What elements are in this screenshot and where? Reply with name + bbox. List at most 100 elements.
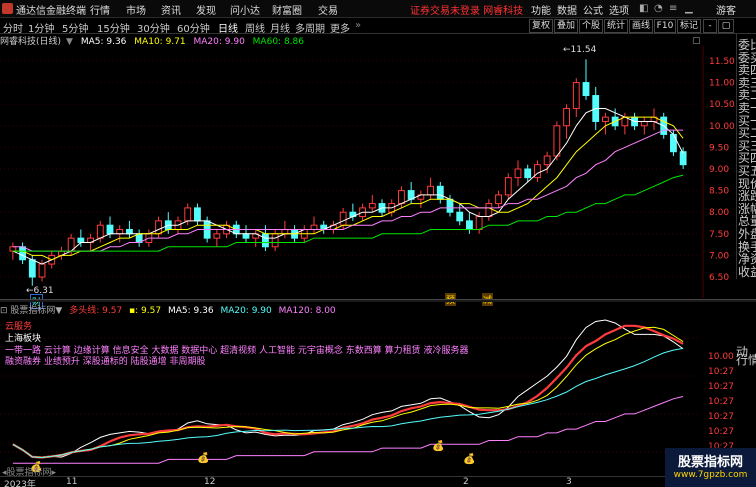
candle[interactable]: [58, 246, 65, 260]
btn-minus[interactable]: -: [703, 19, 717, 33]
price-tick-label: 10.50: [709, 100, 735, 110]
btn-f10[interactable]: F10: [654, 19, 676, 33]
candle[interactable]: [436, 181, 444, 204]
tab-weekly[interactable]: 周线: [245, 20, 265, 35]
expand-icon[interactable]: ▢: [692, 36, 701, 46]
menu-hangqing[interactable]: 行情: [90, 2, 110, 17]
month-11: 11: [66, 477, 78, 487]
more-arrow-icon[interactable]: »: [355, 20, 361, 31]
guest-label[interactable]: 游客: [716, 2, 736, 17]
btn-gegu[interactable]: 个股: [579, 19, 603, 33]
right-label-hangqing: 行情: [736, 353, 756, 367]
candle[interactable]: [456, 203, 464, 226]
minimize-icon[interactable]: ▁: [685, 3, 693, 14]
tab-15min[interactable]: 15分钟: [97, 20, 130, 35]
watermark: 股票指标网 www.7gpzb.com: [665, 448, 756, 487]
tab-5min[interactable]: 5分钟: [62, 20, 88, 35]
candle[interactable]: [534, 160, 541, 182]
candle[interactable]: [330, 220, 337, 234]
menu-gongshi[interactable]: 公式: [583, 2, 603, 17]
indicator-tick-label: 10:27: [708, 367, 734, 377]
menu-faxian[interactable]: 发现: [196, 2, 216, 17]
candle[interactable]: [495, 190, 502, 208]
tab-30min[interactable]: 30分钟: [137, 20, 170, 35]
app-title: 通达信金融终端: [16, 6, 86, 17]
tab-1min[interactable]: 1分钟: [28, 20, 54, 35]
menu-caifuquan[interactable]: 财富圈: [272, 2, 302, 17]
candle[interactable]: [417, 190, 425, 208]
candle[interactable]: [572, 78, 580, 118]
indicator-tick-label: 10:27: [708, 412, 734, 422]
candle[interactable]: [427, 177, 434, 200]
candle[interactable]: [582, 59, 590, 100]
candle[interactable]: [485, 199, 493, 221]
btn-window[interactable]: ▢: [718, 19, 734, 33]
menu-zixun[interactable]: 资讯: [161, 2, 181, 17]
menu-shichang[interactable]: 市场: [126, 2, 146, 17]
menu-xuanxiang[interactable]: 选项: [609, 2, 629, 17]
candle[interactable]: [563, 104, 570, 139]
tab-60min[interactable]: 60分钟: [177, 20, 210, 35]
candle[interactable]: [135, 229, 143, 247]
tab-daily[interactable]: 日线: [218, 20, 238, 35]
lock-icon[interactable]: ◔: [654, 3, 663, 14]
indicator-tick-label: 10.00: [708, 352, 734, 362]
panel-divider[interactable]: [0, 299, 756, 302]
candle[interactable]: [368, 194, 376, 213]
menu-gongneng[interactable]: 功能: [531, 2, 551, 17]
settings-icon[interactable]: ≡: [669, 3, 677, 14]
candle[interactable]: [679, 147, 687, 169]
candle[interactable]: [252, 229, 260, 247]
tab-monthly[interactable]: 月线: [270, 20, 290, 35]
price-tick-label: 11.00: [709, 79, 735, 89]
stock-tags: 融资融券 业绩预升 深股通标的 陆股通增 非周期股: [5, 357, 206, 367]
indicator-line-ma120: [12, 396, 684, 464]
quote-sidebar: 委比委买卖四卖三卖二卖一买一买二买三买四买五现价涨跌涨幅总量外盘换手净资收益: [736, 34, 756, 279]
menu-shuju[interactable]: 数据: [557, 2, 577, 17]
candle[interactable]: [504, 173, 512, 200]
indicator-tick-label: 10:27: [708, 382, 734, 392]
tab-multi[interactable]: 多周期: [295, 20, 325, 35]
btn-diejia[interactable]: 叠加: [554, 19, 578, 33]
tab-more[interactable]: 更多: [330, 20, 350, 35]
candle[interactable]: [349, 203, 357, 221]
candle[interactable]: [524, 164, 532, 182]
moneybag-icon[interactable]: 💰: [197, 453, 209, 464]
btn-biaoji[interactable]: 标记: [677, 19, 701, 33]
menu-wenxiaoda[interactable]: 问小达: [230, 2, 260, 17]
btn-huaxian[interactable]: 画线: [629, 19, 653, 33]
login-status[interactable]: 证券交易未登录 网睿科技: [410, 2, 523, 17]
candle[interactable]: [155, 216, 162, 239]
moneybag-icon[interactable]: 💰: [463, 454, 475, 465]
period-toolbar: 分时 1分钟 5分钟 15分钟 30分钟 60分钟 日线 周线 月线 多周期 更…: [0, 18, 756, 35]
candle[interactable]: [19, 242, 26, 265]
candle[interactable]: [320, 220, 328, 234]
candle[interactable]: [466, 212, 473, 234]
candle[interactable]: [650, 108, 658, 131]
price-tick-label: 9.50: [709, 143, 729, 153]
candle[interactable]: [640, 117, 648, 135]
time-axis: 2023年 11 12 2 3: [0, 476, 756, 487]
candle[interactable]: [602, 112, 609, 135]
btn-tongji[interactable]: 统计: [604, 19, 628, 33]
candle[interactable]: [553, 121, 561, 161]
year-label: 2023年: [4, 480, 36, 487]
menu-jiaoyi[interactable]: 交易: [318, 2, 338, 17]
candle[interactable]: [213, 229, 221, 247]
month-3: 3: [566, 477, 572, 487]
app-logo-icon: [2, 3, 13, 14]
tab-fenshi[interactable]: 分时: [3, 20, 23, 35]
skin-icon[interactable]: ◧: [639, 3, 648, 14]
moneybag-icon[interactable]: 💰: [432, 441, 444, 452]
indicator-chart[interactable]: [0, 315, 700, 475]
candle[interactable]: [271, 229, 279, 252]
candle[interactable]: [126, 220, 133, 239]
candlestick-chart[interactable]: 11.50 11.00 10.50 10.00 9.50 9.00 8.50 8.00 7.50…: [0, 46, 736, 298]
candle[interactable]: [194, 203, 201, 226]
candle[interactable]: [514, 160, 522, 187]
candle[interactable]: [310, 216, 318, 234]
series-line-ma20: [12, 129, 684, 252]
price-tick-label: 8.00: [709, 208, 729, 218]
btn-fuquan[interactable]: 复权: [529, 19, 553, 33]
indicator-header: ⊡ 股票指标网▼ 多头线: 9.57 ▪: 9.57 MA5: 9.36 MA2…: [0, 306, 336, 316]
